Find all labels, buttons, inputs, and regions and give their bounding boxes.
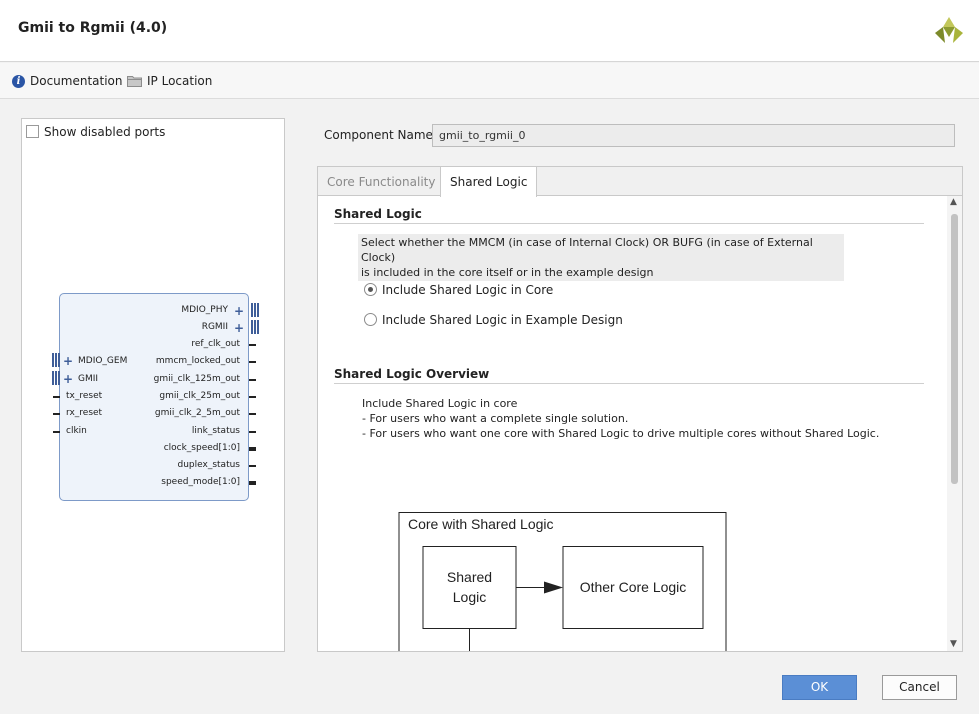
shared-logic-description: Select whether the MMCM (in case of Inte… (358, 234, 844, 281)
show-disabled-ports-label: Show disabled ports (44, 125, 166, 139)
xilinx-logo-icon (935, 17, 963, 43)
component-name-label: Component Name (324, 128, 433, 142)
diagram-outer-label: Core with Shared Logic (408, 516, 554, 532)
scrollbar-thumb[interactable] (951, 214, 958, 484)
link-bar: i Documentation IP Location (0, 63, 979, 99)
pin-line (249, 344, 256, 346)
port-ref-clk-out: ref_clk_out (191, 339, 240, 349)
port-duplex-status: duplex_status (177, 460, 241, 470)
dialog-titlebar: Gmii to Rgmii (4.0) (0, 0, 979, 62)
bus-pin-icon (251, 303, 259, 317)
pin-line (249, 361, 256, 363)
radio-shared-logic-in-example[interactable] (364, 313, 377, 326)
overview-line-3: - For users who want one core with Share… (362, 427, 880, 440)
ip-location-link[interactable]: IP Location (127, 73, 212, 89)
shared-logic-heading: Shared Logic (334, 207, 422, 221)
port-rx-reset: rx_reset (66, 408, 103, 418)
shared-logic-box (422, 546, 517, 629)
config-tab-panel: Core Functionality Shared Logic Shared L… (317, 166, 963, 652)
folder-icon (127, 76, 142, 87)
description-line-2: is included in the core itself or in the… (361, 266, 654, 279)
port-clkin: clkin (66, 426, 87, 436)
ip-block-symbol: MDIO_PHY + RGMII + ref_clk_out mmcm_lock… (52, 293, 259, 501)
scroll-up-icon[interactable]: ▲ (950, 197, 957, 207)
symbol-panel: Show disabled ports MDIO_PHY + RGMII + r… (21, 118, 285, 652)
cancel-button[interactable]: Cancel (882, 675, 957, 700)
radio-shared-logic-in-core[interactable] (364, 283, 377, 296)
shared-box-line-2: Logic (453, 589, 486, 605)
show-disabled-ports-checkbox[interactable] (26, 125, 39, 138)
info-icon: i (12, 74, 25, 88)
tab-strip: Core Functionality Shared Logic (318, 167, 962, 197)
expand-plus-icon[interactable]: + (234, 322, 244, 334)
port-mdio-phy: MDIO_PHY (181, 305, 228, 315)
pin-line (53, 431, 60, 433)
bus-pin-line (249, 481, 256, 485)
overview-text: Include Shared Logic in core - For users… (362, 396, 879, 441)
bus-pin-icon (52, 353, 60, 367)
description-line-1: Select whether the MMCM (in case of Inte… (361, 236, 813, 264)
port-mmcm-locked-out: mmcm_locked_out (155, 356, 240, 366)
expand-plus-icon[interactable]: + (234, 305, 244, 317)
expand-plus-icon[interactable]: + (63, 373, 73, 385)
scroll-down-icon[interactable]: ▼ (950, 639, 957, 649)
pin-line (53, 396, 60, 398)
pin-line (249, 413, 256, 415)
overview-line-2: - For users who want a complete single s… (362, 412, 629, 425)
overview-heading: Shared Logic Overview (334, 367, 490, 381)
documentation-label: Documentation (30, 74, 123, 88)
documentation-link[interactable]: i Documentation (12, 73, 123, 89)
bus-pin-icon (251, 320, 259, 334)
shared-box-line-1: Shared (447, 569, 492, 585)
pin-line (249, 396, 256, 398)
other-box-label: Other Core Logic (580, 579, 687, 595)
expand-plus-icon[interactable]: + (63, 355, 73, 367)
port-speed-mode: speed_mode[1:0] (161, 477, 240, 487)
overview-line-1: Include Shared Logic in core (362, 397, 518, 410)
port-gmii-clk-2-5m-out: gmii_clk_2_5m_out (154, 408, 240, 418)
dialog-title: Gmii to Rgmii (4.0) (18, 20, 168, 36)
tab-shared-logic[interactable]: Shared Logic (440, 167, 538, 197)
shared-logic-diagram: Core with Shared Logic Shared Logic Othe… (398, 512, 727, 651)
component-name-field[interactable] (432, 124, 955, 147)
port-gmii-clk-125m-out: gmii_clk_125m_out (153, 374, 240, 384)
port-rgmii: RGMII (201, 322, 228, 332)
radio-label-example[interactable]: Include Shared Logic in Example Design (382, 313, 623, 327)
ok-button[interactable]: OK (782, 675, 857, 700)
section-divider (334, 383, 924, 384)
pin-line (53, 413, 60, 415)
section-divider (334, 223, 924, 224)
tab-core-functionality[interactable]: Core Functionality (318, 167, 444, 196)
bus-pin-icon (52, 371, 60, 385)
port-mdio-gem: MDIO_GEM (78, 356, 128, 366)
port-tx-reset: tx_reset (66, 391, 103, 401)
port-gmii-clk-25m-out: gmii_clk_25m_out (159, 391, 240, 401)
ip-location-label: IP Location (147, 74, 213, 88)
port-link-status: link_status (191, 426, 240, 436)
radio-label-core[interactable]: Include Shared Logic in Core (382, 283, 553, 297)
bus-pin-line (249, 447, 256, 451)
pin-line (249, 431, 256, 433)
pin-line (249, 465, 256, 467)
pin-line (249, 379, 256, 381)
port-clock-speed: clock_speed[1:0] (163, 443, 240, 453)
vertical-scrollbar[interactable]: ▲ ▼ (947, 196, 962, 651)
port-gmii: GMII (78, 374, 99, 384)
